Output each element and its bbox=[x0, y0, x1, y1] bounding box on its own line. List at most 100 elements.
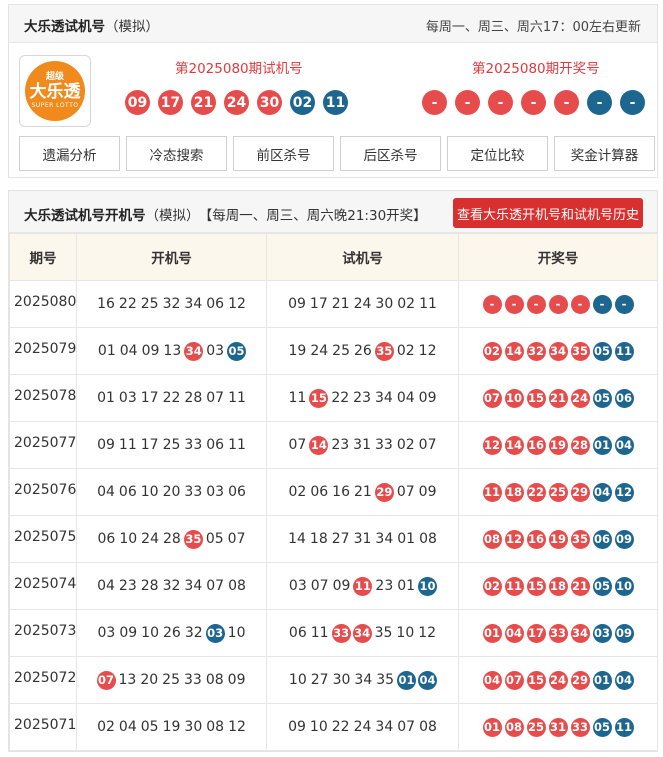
trial-ball: 24 bbox=[224, 90, 249, 115]
number: 10 bbox=[227, 625, 246, 641]
draw-number-cell: 02 14 32 34 35 05 11 bbox=[458, 327, 658, 375]
draw-ball: 35 bbox=[570, 341, 590, 361]
number: 17 bbox=[309, 296, 328, 312]
view-history-button[interactable]: 查看大乐透开机号和试机号历史 bbox=[453, 198, 643, 228]
number: 11 bbox=[288, 390, 307, 406]
draw-ball: 32 bbox=[526, 341, 546, 361]
number: 01 bbox=[397, 578, 416, 594]
table-row: 2025077 09 11 17 25 33 06 11 07 14 23 31 33 02 07 12 14 1… bbox=[9, 421, 658, 469]
number: 16 bbox=[97, 296, 115, 312]
draw-ball: 17 bbox=[526, 623, 546, 643]
tool-button-5[interactable]: 奖金计算器 bbox=[554, 136, 655, 171]
trial-number-cell: 02 06 16 21 29 07 09 bbox=[266, 468, 459, 516]
draw-ball: 01 bbox=[482, 717, 502, 737]
number: 22 bbox=[118, 296, 137, 312]
draw-ball: 05 bbox=[592, 576, 612, 596]
number: 03 bbox=[206, 343, 225, 359]
number: 10 bbox=[119, 531, 138, 547]
number: 09 bbox=[97, 437, 115, 453]
number: 06 bbox=[206, 296, 225, 312]
number: 25 bbox=[332, 343, 350, 359]
number: 10 bbox=[141, 625, 159, 641]
trial-ball: 09 bbox=[125, 90, 150, 115]
highlighted-number: 35 bbox=[374, 341, 394, 361]
draw-number-cell: 01 04 17 33 34 03 09 bbox=[458, 609, 658, 657]
number: 02 bbox=[97, 719, 115, 735]
number: 34 bbox=[375, 531, 394, 547]
table-row: 2025074 04 23 28 32 34 07 08 03 07 09 11 23 01 10 02 11 1… bbox=[9, 562, 658, 610]
issue-number: 2025078 bbox=[9, 374, 77, 422]
history-table-panel: 大乐透试机号开机号（模拟） 【每周一、周三、周六晚21:30开奖】 查看大乐透开机… bbox=[8, 190, 658, 752]
table-row: 2025076 04 06 10 20 33 03 06 02 06 16 21 29 07 09 11 18 2… bbox=[9, 468, 658, 516]
trial-number-cell: 09 17 21 24 30 02 11 bbox=[266, 280, 459, 328]
highlighted-number: 07 bbox=[96, 670, 116, 690]
number: 06 bbox=[206, 437, 225, 453]
number: 08 bbox=[228, 578, 246, 594]
draw-ball: - bbox=[554, 90, 579, 115]
number: 35 bbox=[376, 672, 395, 688]
tool-button-3[interactable]: 后区杀号 bbox=[340, 136, 441, 171]
number: 10 bbox=[396, 625, 415, 641]
tool-button-4[interactable]: 定位比较 bbox=[447, 136, 548, 171]
draw-ball: 34 bbox=[570, 623, 590, 643]
draw-ball: 29 bbox=[570, 482, 590, 502]
draw-ball: 21 bbox=[548, 388, 568, 408]
draw-ball: 16 bbox=[526, 529, 546, 549]
logo-top-text: 超级 bbox=[45, 72, 64, 82]
number: 06 bbox=[288, 625, 307, 641]
table-row: 2025080 16 22 25 32 34 06 12 09 17 21 24 30 02 11- - - - -… bbox=[9, 280, 658, 328]
trial-ball: 17 bbox=[158, 90, 183, 115]
number: 09 bbox=[418, 390, 437, 406]
draw-ball: - bbox=[570, 294, 590, 314]
draw-ball: 09 bbox=[614, 529, 634, 549]
number: 24 bbox=[353, 296, 372, 312]
trial-panel-header: 大乐透试机号（模拟） 每周一、周三、周六17：00左右更新 bbox=[9, 5, 657, 43]
draw-ball: 06 bbox=[592, 529, 612, 549]
issue-number: 2025079 bbox=[9, 327, 77, 375]
trial-number-cell: 19 24 25 26 35 02 12 bbox=[266, 327, 459, 375]
number: 05 bbox=[140, 719, 159, 735]
draw-number-cell: 02 11 15 18 21 05 10 bbox=[458, 562, 658, 610]
draw-ball: 15 bbox=[526, 388, 546, 408]
draw-ball: 33 bbox=[570, 717, 590, 737]
super-lotto-logo: 超级 大乐透 SUPER LOTTO bbox=[19, 55, 91, 127]
draw-ball: 04 bbox=[614, 435, 634, 455]
trial-number-cell: 07 14 23 31 33 02 07 bbox=[266, 421, 459, 469]
trial-number-cell: 14 18 27 31 34 01 08 bbox=[266, 515, 459, 563]
draw-ball: 09 bbox=[614, 623, 634, 643]
logo-bottom-text: SUPER LOTTO bbox=[31, 102, 79, 109]
number: 21 bbox=[331, 296, 350, 312]
number: 01 bbox=[97, 390, 115, 406]
number: 34 bbox=[375, 719, 394, 735]
number: 07 bbox=[206, 578, 225, 594]
draw-ball: 22 bbox=[526, 482, 546, 502]
tool-button-0[interactable]: 遗漏分析 bbox=[19, 136, 120, 171]
number: 09 bbox=[288, 296, 306, 312]
highlighted-number: 03 bbox=[205, 623, 225, 643]
number: 31 bbox=[353, 531, 372, 547]
draw-number-cell: ------- bbox=[458, 280, 658, 328]
table-panel-header: 大乐透试机号开机号（模拟） 【每周一、周三、周六晚21:30开奖】 查看大乐透开机… bbox=[9, 191, 657, 233]
draw-ball: 18 bbox=[504, 482, 524, 502]
number: 35 bbox=[374, 625, 393, 641]
number: 03 bbox=[97, 625, 116, 641]
draw-ball: 14 bbox=[504, 435, 524, 455]
number: 09 bbox=[119, 625, 138, 641]
tool-button-1[interactable]: 冷态搜索 bbox=[126, 136, 227, 171]
number: 04 bbox=[119, 343, 138, 359]
issue-number: 2025076 bbox=[9, 468, 77, 516]
number: 03 bbox=[206, 484, 225, 500]
number: 33 bbox=[184, 437, 203, 453]
draw-ball: 18 bbox=[548, 576, 568, 596]
number: 27 bbox=[331, 531, 350, 547]
table-title-sub: （模拟） bbox=[145, 208, 200, 224]
number: 05 bbox=[205, 531, 224, 547]
highlighted-number: 33 bbox=[331, 623, 351, 643]
table-row: 2025075 06 10 24 28 35 05 07 14 18 27 31 34 01 08 08 12 1… bbox=[9, 515, 658, 563]
issue-number: 2025071 bbox=[9, 703, 77, 751]
tool-button-2[interactable]: 前区杀号 bbox=[233, 136, 334, 171]
number: 09 bbox=[288, 719, 306, 735]
number: 28 bbox=[163, 531, 181, 547]
draw-ball: 01 bbox=[482, 623, 502, 643]
draw-number-cell: 04 07 15 24 29 01 04 bbox=[458, 656, 658, 704]
